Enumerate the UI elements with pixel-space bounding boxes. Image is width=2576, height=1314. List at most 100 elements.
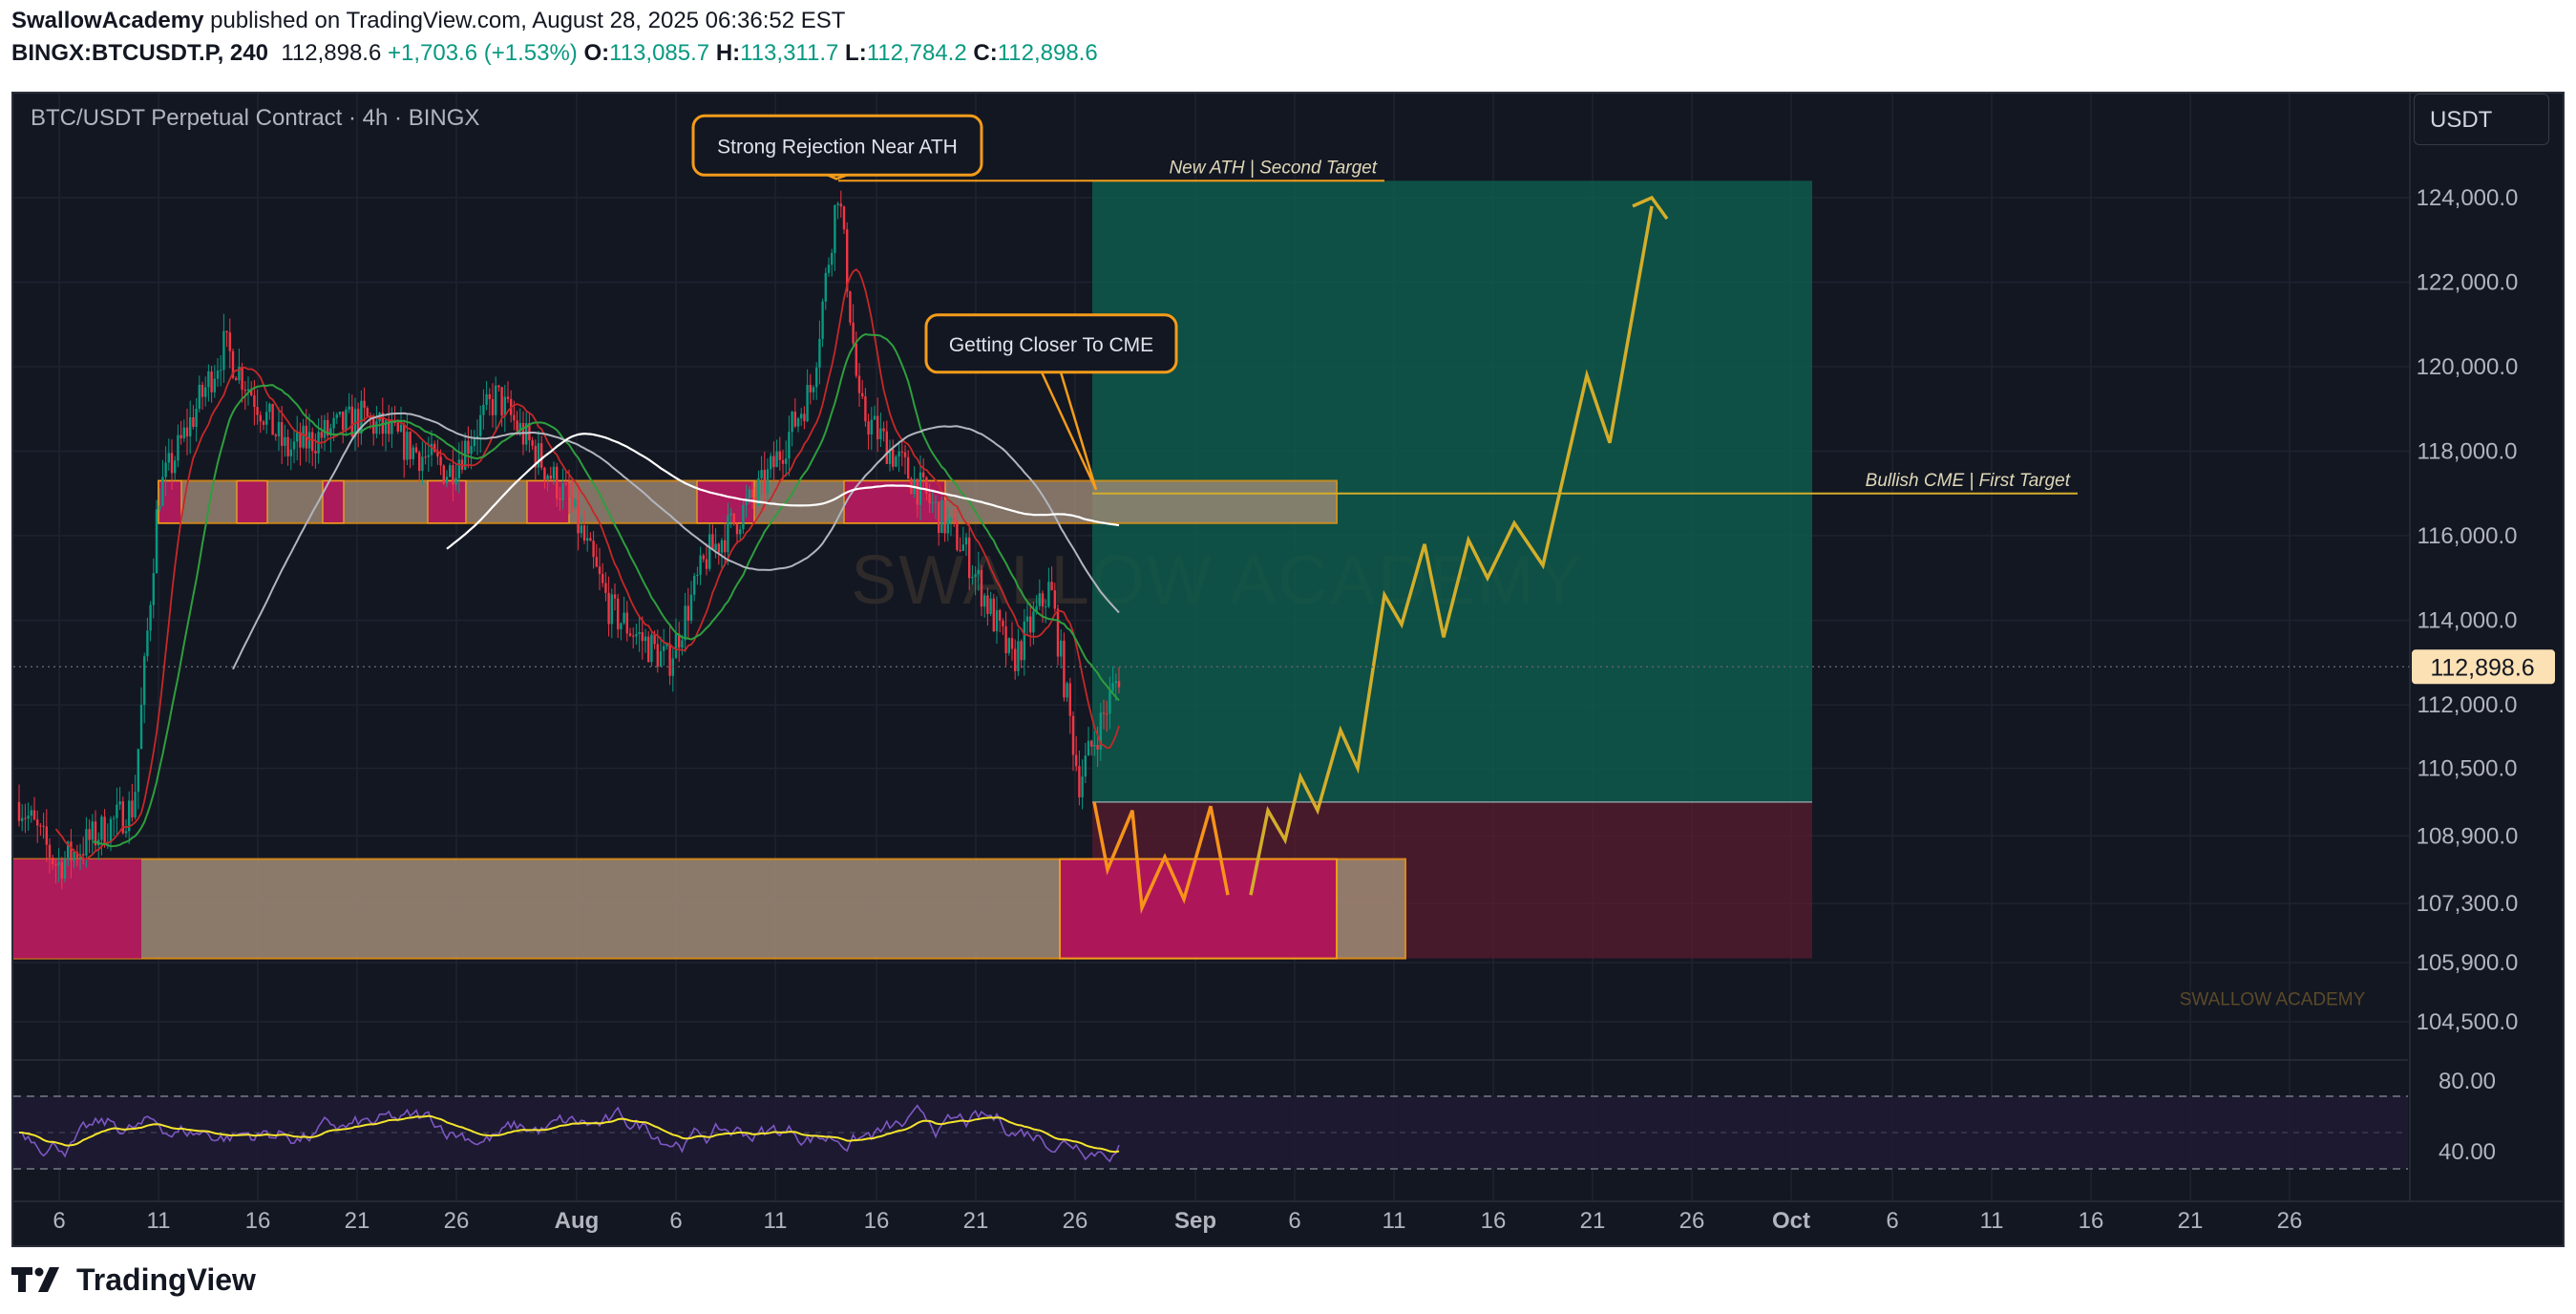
candle-body xyxy=(220,370,222,371)
price-chart[interactable]: SWALLOW ACADEMY Strong Rejection Near ATH… xyxy=(13,94,2565,1247)
candle-body xyxy=(778,451,781,460)
candle-body xyxy=(870,419,873,435)
candle-body xyxy=(149,604,152,631)
candle-body xyxy=(796,418,800,427)
candle-body xyxy=(210,371,213,392)
candle-body xyxy=(124,831,128,834)
high-value: 113,311.7 xyxy=(740,40,839,66)
candle-body xyxy=(647,636,650,663)
candle-body xyxy=(852,322,855,344)
candle-body xyxy=(806,385,809,422)
candle-body xyxy=(1093,745,1096,747)
candle-body xyxy=(131,800,134,817)
candle-body xyxy=(827,265,831,273)
candle-body xyxy=(17,801,21,821)
candle-body xyxy=(564,483,567,485)
time-tick-label: 6 xyxy=(1886,1208,1898,1234)
candle-body xyxy=(800,413,803,419)
candle-body xyxy=(60,861,63,880)
candle-body xyxy=(225,330,228,333)
price-tick-label: 116,000.0 xyxy=(2418,523,2518,549)
candle-body xyxy=(727,515,729,553)
price-tick-label: 112,000.0 xyxy=(2418,692,2518,718)
candle-body xyxy=(956,520,959,550)
candle-body xyxy=(959,549,961,551)
candle-body xyxy=(567,483,571,498)
candle-body xyxy=(281,422,284,446)
tradingview-logo-icon[interactable] xyxy=(11,1267,67,1292)
candle-body xyxy=(864,396,867,422)
candle-body xyxy=(363,400,366,409)
candle-body xyxy=(708,534,711,569)
candle-body xyxy=(931,502,934,504)
currency-button[interactable]: USDT xyxy=(2414,94,2549,145)
candle-body xyxy=(253,395,256,408)
candle-body xyxy=(473,438,475,447)
candle-body xyxy=(938,501,940,534)
candle-body xyxy=(540,443,543,468)
candle-body xyxy=(770,456,772,470)
candle-body xyxy=(488,393,491,400)
candle-body xyxy=(674,633,678,659)
current-price-label: 112,898.6 xyxy=(2430,654,2534,681)
author-name[interactable]: SwallowAcademy xyxy=(11,8,203,33)
candle-body xyxy=(36,819,39,826)
candle-body xyxy=(867,421,870,435)
candle-body xyxy=(916,478,918,505)
candle-body xyxy=(949,517,953,520)
candle-body xyxy=(861,392,864,397)
last-price: 112,898.6 xyxy=(281,40,382,66)
candle-body xyxy=(625,612,628,634)
symbol-line: BINGX:BTCUSDT.P, 240 112,898.6 +1,703.6 … xyxy=(11,40,1098,67)
candle-body xyxy=(216,371,220,379)
candle-body xyxy=(21,817,24,821)
time-tick-label: 16 xyxy=(864,1208,890,1234)
candle-body xyxy=(577,498,580,534)
candle-body xyxy=(531,440,534,446)
candle-body xyxy=(892,449,895,467)
candle-body xyxy=(546,475,549,480)
candle-body xyxy=(1111,683,1114,691)
candle-body xyxy=(754,498,757,499)
candle-body xyxy=(52,858,54,864)
candle-body xyxy=(27,816,30,819)
demand-zone-filled xyxy=(13,858,141,959)
candle-body xyxy=(750,489,754,498)
candle-body xyxy=(620,623,623,630)
candle-body xyxy=(668,644,671,676)
candle-body xyxy=(314,451,317,454)
time-tick-label: 11 xyxy=(1383,1208,1406,1234)
candle-body xyxy=(628,633,632,636)
tradingview-brand[interactable]: TradingView xyxy=(76,1262,256,1298)
price-tick-label: 107,300.0 xyxy=(2417,891,2519,917)
candle-body xyxy=(201,384,204,397)
candle-body xyxy=(170,453,174,474)
candle-body xyxy=(198,384,201,409)
published-text: published on TradingView.com, August 28,… xyxy=(210,8,846,33)
time-tick-label: 6 xyxy=(669,1208,682,1234)
close-label: C: xyxy=(973,40,998,66)
candle-body xyxy=(556,466,559,499)
candle-body xyxy=(857,375,861,393)
candle-body xyxy=(42,825,45,827)
candle-body xyxy=(1032,611,1035,633)
candle-body xyxy=(689,594,693,621)
candle-body xyxy=(946,519,949,534)
candle-body xyxy=(964,537,968,545)
candle-body xyxy=(1060,640,1063,657)
candle-body xyxy=(45,826,48,845)
candle-body xyxy=(757,477,760,499)
candle-body xyxy=(598,566,602,575)
candle-body xyxy=(602,574,604,583)
time-tick-label: 21 xyxy=(963,1208,989,1234)
candle-body xyxy=(876,415,879,440)
candle-body xyxy=(284,436,286,446)
chart-panel[interactable]: SWALLOW ACADEMY Strong Rejection Near ATH… xyxy=(11,92,2565,1247)
candle-body xyxy=(785,458,788,464)
candle-body xyxy=(986,595,989,614)
candle-body xyxy=(500,387,503,416)
time-tick-label: 16 xyxy=(1481,1208,1507,1234)
candle-body xyxy=(113,817,116,819)
candle-body xyxy=(164,462,167,477)
price-tick-label: 120,000.0 xyxy=(2417,354,2519,380)
